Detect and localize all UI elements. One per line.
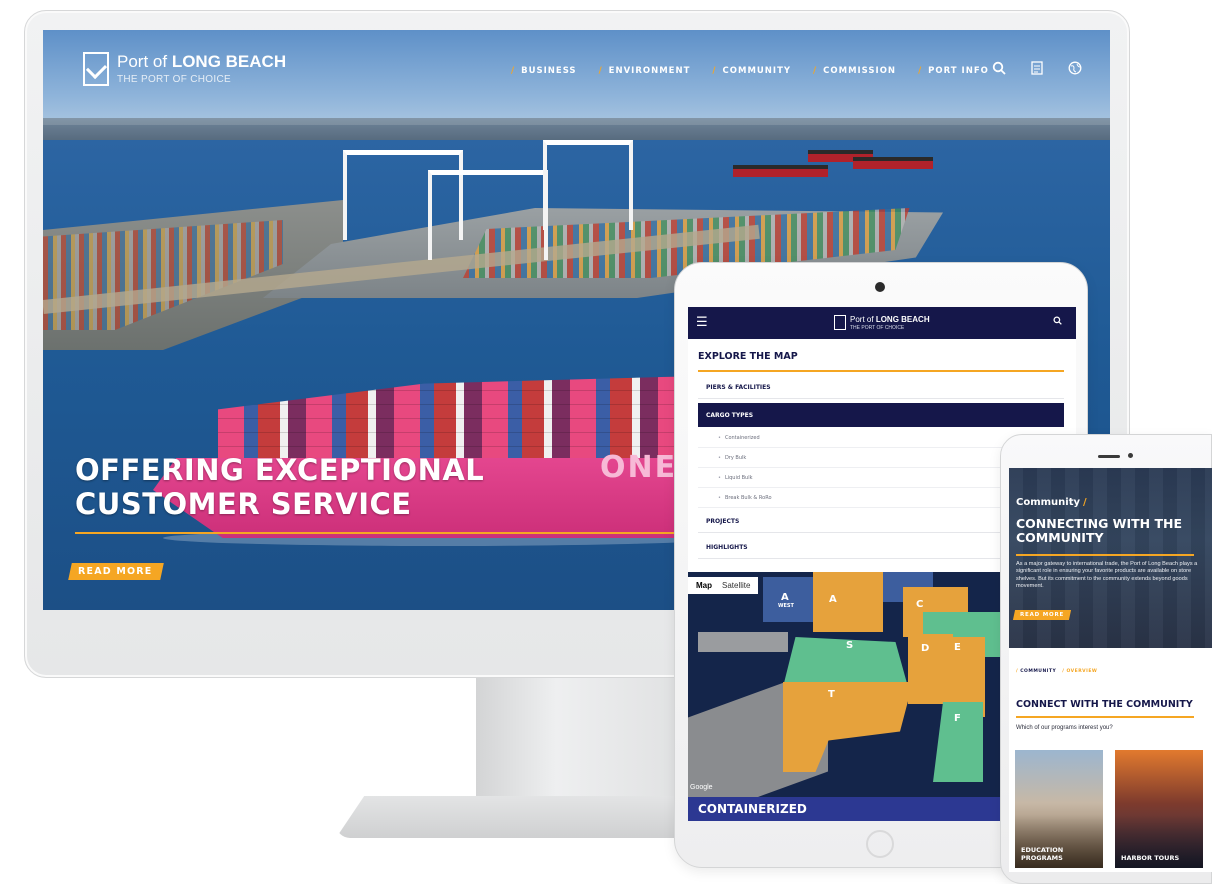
hero-ship-distant [733,165,828,177]
map-label-e: E [954,642,961,653]
explore-map-heading: EXPLORE THE MAP [698,351,798,362]
phone-speaker [1098,455,1120,458]
crumb-overview[interactable]: OVERVIEW [1062,669,1097,674]
phone-breadcrumb[interactable]: Community / [1016,497,1087,508]
phone-hero-divider [1016,554,1194,556]
read-more-button[interactable]: READ MORE [68,563,165,580]
hero-ship-distant [853,157,933,169]
nav-community[interactable]: COMMUNITY [712,66,791,76]
hamburger-menu-icon[interactable]: ☰ [696,315,708,330]
map-label-d: D [921,643,930,654]
phone-section-title: CONNECT WITH THE COMMUNITY [1016,699,1193,710]
map-toggle-map[interactable]: Map [696,581,712,590]
map-label-a: A [829,594,837,605]
brand-tagline: THE PORT OF CHOICE [117,74,231,85]
map-zone-a[interactable] [813,572,883,632]
nav-environment[interactable]: ENVIRONMENT [599,66,691,76]
hero-crane [428,170,548,260]
port-logo-icon[interactable] [83,52,109,86]
hero-headline: OFFERING EXCEPTIONAL CUSTOMER SERVICE [75,453,484,521]
phone-screen: Community / CONNECTING WITH THE COMMUNITY… [1009,468,1212,872]
phone-section-divider [1016,716,1194,718]
heading-divider [698,370,1064,372]
brand-prefix: Port of [850,315,874,324]
brand-name[interactable]: Port of LONG BEACH [117,52,286,72]
document-icon[interactable] [1029,61,1045,77]
phone-hero-title: CONNECTING WITH THE COMMUNITY [1016,516,1182,545]
program-card-education[interactable]: EDUCATION PROGRAMS [1015,750,1103,868]
program-card-harbor-tours[interactable]: HARBOR TOURS [1115,750,1203,868]
program-card-label: HARBOR TOURS [1121,853,1180,862]
ship-logo-text: ONE [600,450,678,485]
tablet-camera [875,282,885,292]
map-label-c: C [916,599,924,610]
port-logo-icon[interactable] [834,315,846,330]
nav-business[interactable]: BUSINESS [511,66,577,76]
map-label-west: WEST [778,603,794,609]
map-road [698,632,788,652]
read-more-label: READ MORE [78,566,153,577]
phone-section-breadcrumb: COMMUNITY OVERVIEW [1016,669,1097,674]
phone-camera [1128,453,1133,458]
crumb-community[interactable]: COMMUNITY [1016,669,1056,674]
tablet-tagline: THE PORT OF CHOICE [850,325,905,331]
map-zone-d[interactable] [908,634,953,704]
map-label-s: S [846,640,854,651]
hero-divider [75,532,715,534]
menu-piers-facilities[interactable]: PIERS & FACILITIES [698,375,1064,399]
program-card-label: EDUCATION PROGRAMS [1021,846,1064,862]
map-type-toggle: Map Satellite [688,577,759,594]
breadcrumb-separator: / [1083,497,1087,508]
brand-name-bold: LONG BEACH [875,315,930,324]
phone-hero-overlay [1009,468,1212,648]
tablet-home-button [866,830,894,858]
hero-crane [543,140,633,230]
phone-programs-question: Which of our programs interest you? [1016,725,1113,731]
map-attribution: Google [690,784,713,791]
brand-prefix: Port of [117,52,168,71]
menu-cargo-types[interactable]: CARGO TYPES [698,403,1064,427]
breadcrumb-community: Community [1016,497,1081,508]
hero-line-1: OFFERING EXCEPTIONAL [75,453,485,487]
nav-port-info[interactable]: PORT INFO [918,66,989,76]
hero-line-2: CUSTOMER SERVICE [75,487,412,521]
map-label-a-west: A [781,592,789,603]
header-icons [991,61,1083,77]
map-label-f: F [954,713,961,724]
read-more-label: READ MORE [1020,612,1065,618]
search-icon[interactable] [991,61,1007,77]
search-icon[interactable] [1053,316,1062,328]
brand-name-bold: LONG BEACH [171,52,287,71]
phone-read-more-button[interactable]: READ MORE [1012,610,1072,620]
monitor-stand-neck [476,678,676,798]
globe-icon[interactable] [1067,61,1083,77]
main-nav: BUSINESS ENVIRONMENT COMMUNITY COMMISSIO… [511,66,989,76]
phone-hero-body: As a major gateway to international trad… [1016,561,1198,589]
nav-commission[interactable]: COMMISSION [813,66,896,76]
tablet-brand[interactable]: Port of LONG BEACH [850,315,930,324]
map-label-t: T [828,689,835,700]
card-shade [1115,750,1203,868]
map-toggle-satellite[interactable]: Satellite [722,581,750,590]
